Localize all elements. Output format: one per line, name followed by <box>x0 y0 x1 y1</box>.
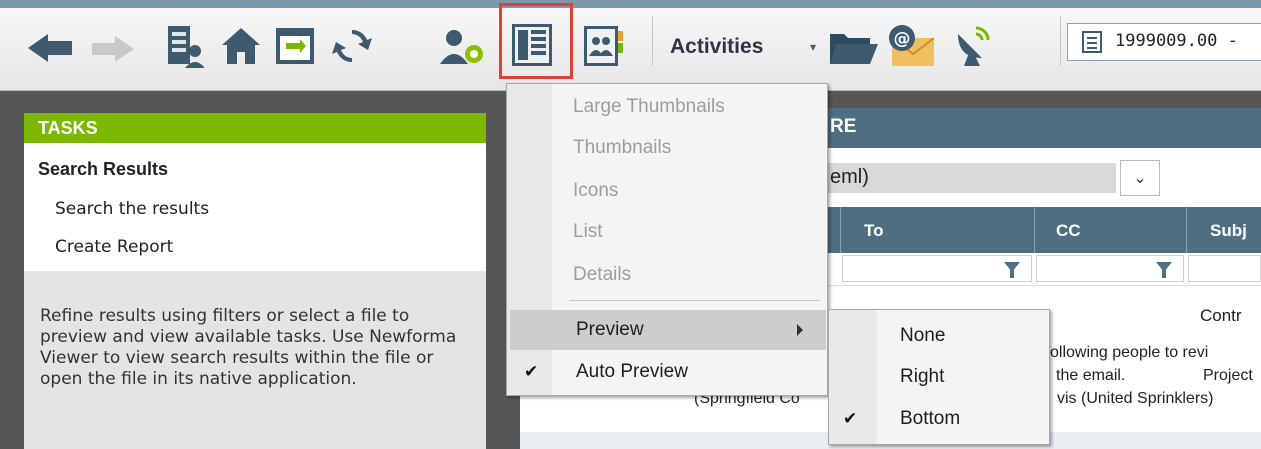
project-number: 1999009.00 - <box>1115 31 1238 51</box>
menu-separator <box>570 300 820 301</box>
settings-icon[interactable] <box>440 26 486 66</box>
check-icon: ✔ <box>843 409 858 429</box>
tasks-info-text: Refine results using filters or select a… <box>40 306 457 389</box>
column-separator <box>840 207 841 253</box>
view-selector-value: eml) <box>830 166 869 188</box>
filter-icon[interactable] <box>1004 262 1020 278</box>
row-preview-text: vis (United Sprinklers) <box>1057 390 1214 407</box>
chevron-down-icon[interactable]: ⌄ <box>1120 160 1160 196</box>
row-subject-text: Contr <box>1200 306 1242 325</box>
column-separator <box>1186 207 1187 253</box>
menu-item-auto-preview[interactable]: Auto Preview <box>576 361 688 383</box>
chevron-down-icon[interactable]: ▾ <box>810 40 816 54</box>
satellite-icon[interactable] <box>952 24 992 66</box>
refresh-icon[interactable] <box>332 26 372 66</box>
folder-icon[interactable] <box>830 30 878 64</box>
menu-item-details: Details <box>573 264 632 285</box>
activities-menu[interactable]: Activities <box>670 35 763 59</box>
filter-icon[interactable] <box>1156 262 1172 278</box>
home-icon[interactable] <box>222 28 260 64</box>
back-arrow-icon[interactable] <box>28 34 72 62</box>
menu-item-preview-none[interactable]: None <box>900 325 945 347</box>
tasks-header: TASKS <box>24 113 486 143</box>
window-top-strip <box>0 0 1261 8</box>
menu-item-list: List <box>573 221 603 242</box>
column-separator <box>1034 207 1035 253</box>
create-report-link[interactable]: Create Report <box>55 237 173 257</box>
menu-item-preview-highlight[interactable] <box>510 310 826 350</box>
project-team-icon[interactable] <box>168 26 204 68</box>
menu-item-preview-bottom[interactable]: Bottom <box>900 408 960 430</box>
row-preview-text: ollowing people to revi <box>1050 344 1209 361</box>
menu-item-icons: Icons <box>573 180 619 201</box>
svg-text:@: @ <box>894 29 911 49</box>
column-subject[interactable]: Subj <box>1210 221 1247 241</box>
transfer-icon[interactable] <box>276 28 314 64</box>
email-icon[interactable]: @ <box>886 24 934 66</box>
highlight-box <box>499 3 573 79</box>
contacts-icon[interactable] <box>584 26 624 66</box>
menu-item-large-thumbnails: Large Thumbnails <box>573 96 725 117</box>
menu-item-preview[interactable]: Preview <box>576 319 644 341</box>
forward-arrow-icon <box>92 36 134 62</box>
toolbar-separator <box>1060 16 1061 66</box>
view-selector[interactable] <box>826 163 1116 193</box>
column-cc[interactable]: CC <box>1056 221 1081 241</box>
filter-subject[interactable] <box>1188 255 1261 282</box>
check-icon: ✔ <box>524 362 539 382</box>
column-to[interactable]: To <box>864 221 884 241</box>
row-preview-text: Project <box>1203 367 1253 384</box>
row-preview-text: the email. <box>1056 367 1126 384</box>
toolbar-separator <box>652 16 653 66</box>
main-header-title: RE <box>830 116 857 137</box>
submenu-arrow-icon <box>797 324 803 336</box>
tasks-group-title: Search Results <box>38 159 169 179</box>
project-icon <box>1082 31 1102 53</box>
menu-item-preview-right[interactable]: Right <box>900 366 944 388</box>
search-results-link[interactable]: Search the results <box>55 199 209 219</box>
menu-item-thumbnails: Thumbnails <box>573 137 672 158</box>
